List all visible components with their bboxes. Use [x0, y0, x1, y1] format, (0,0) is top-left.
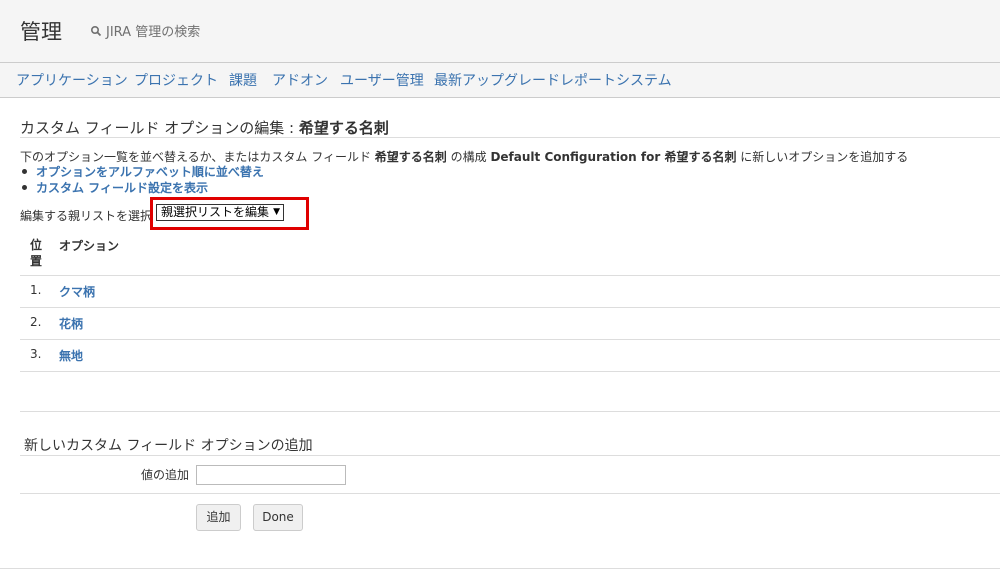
page-title: 管理 [20, 20, 62, 44]
parent-list-label: 編集する親リストを選択 [20, 209, 153, 223]
heading-divider [20, 137, 1000, 138]
heading-prefix: カスタム フィールド オプションの編集 : [20, 119, 299, 137]
search-icon [90, 25, 102, 37]
table-row-divider [20, 371, 1000, 372]
admin-search[interactable]: JIRA 管理の検索 [90, 21, 200, 40]
tab-issues[interactable]: 課題 [229, 70, 257, 90]
add-value-input[interactable] [196, 465, 346, 485]
action-links: オプションをアルファベット順に並べ替え カスタム フィールド設定を表示 [20, 163, 264, 195]
sort-alphabetically-link[interactable]: オプションをアルファベット順に並べ替え [36, 163, 264, 180]
heading-field-name: 希望する名刺 [298, 119, 389, 137]
desc-text-3: に新しいオプションを追加する [736, 150, 909, 164]
column-header-option: オプション [59, 239, 120, 253]
option-link[interactable]: クマ柄 [59, 283, 95, 300]
admin-nav: アプリケーション プロジェクト 課題 アドオン ユーザー管理 最新アップグレード… [0, 63, 1000, 98]
table-header-divider [20, 275, 1000, 276]
admin-header: 管理 JIRA 管理の検索 [0, 0, 1000, 63]
row-position: 2. [30, 315, 42, 329]
row-position: 3. [30, 347, 42, 361]
form-heading-divider [20, 455, 1000, 456]
tab-addons[interactable]: アドオン [272, 70, 328, 90]
tab-applications[interactable]: アプリケーション [16, 70, 128, 90]
desc-field-name: 希望する名刺 [374, 150, 447, 164]
option-link[interactable]: 無地 [59, 347, 83, 364]
desc-config-name: Default Configuration for 希望する名刺 [490, 150, 737, 164]
desc-text-2: の構成 [446, 150, 491, 164]
page-heading: カスタム フィールド オプションの編集 : 希望する名刺 [20, 117, 389, 138]
table-row-divider [20, 307, 1000, 308]
list-item: オプションをアルファベット順に並べ替え [20, 163, 264, 179]
tab-projects[interactable]: プロジェクト [134, 70, 218, 90]
highlight-annotation [150, 197, 309, 230]
table-row-divider [20, 339, 1000, 340]
footer-divider [0, 568, 1000, 569]
bullet-icon [22, 184, 27, 190]
section-divider [20, 411, 1000, 412]
list-item: カスタム フィールド設定を表示 [20, 179, 264, 195]
bullet-icon [22, 168, 27, 174]
option-link[interactable]: 花柄 [59, 315, 83, 332]
add-button[interactable]: 追加 [196, 504, 241, 531]
row-position: 1. [30, 283, 42, 297]
add-value-label: 値の追加 [141, 468, 190, 482]
view-field-config-link[interactable]: カスタム フィールド設定を表示 [36, 179, 208, 196]
search-label: JIRA 管理の検索 [106, 25, 201, 40]
tab-user-management[interactable]: ユーザー管理 [340, 70, 424, 90]
done-button[interactable]: Done [253, 504, 303, 531]
tab-latest-upgrade-report[interactable]: 最新アップグレードレポート [434, 70, 616, 90]
form-field-divider [20, 493, 1000, 494]
tab-system[interactable]: システム [616, 70, 672, 90]
column-header-position: 位置 [30, 238, 43, 268]
add-option-heading: 新しいカスタム フィールド オプションの追加 [24, 438, 313, 454]
